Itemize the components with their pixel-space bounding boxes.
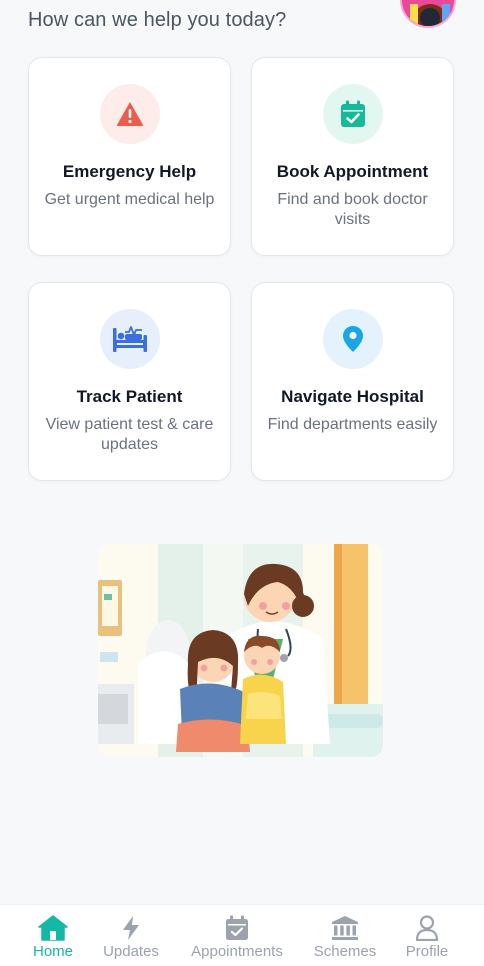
emergency-help-card[interactable]: Emergency Help Get urgent medical help	[28, 57, 231, 256]
card-description: View patient test & care updates	[45, 416, 214, 453]
card-description: Get urgent medical help	[44, 191, 215, 208]
bank-icon	[332, 916, 358, 940]
nav-item-home[interactable]: Home	[28, 905, 78, 966]
card-description: Find and book doctor visits	[277, 191, 428, 228]
navigate-icon-circle	[323, 309, 383, 369]
track-patient-card[interactable]: Track Patient View patient test & care u…	[28, 282, 231, 481]
location-pin-icon	[343, 326, 363, 352]
nav-label: Home	[32, 943, 73, 960]
page-greeting: How can we help you today?	[28, 9, 287, 31]
avatar[interactable]	[400, 0, 456, 28]
card-title: Track Patient	[76, 387, 183, 406]
card-description: Find departments easily	[267, 416, 438, 433]
bottom-navigation: Home Updates Appointments Schemes Profil…	[0, 904, 484, 966]
home-icon	[38, 915, 68, 941]
warning-icon	[116, 102, 144, 126]
illustration-image	[98, 544, 383, 757]
nav-label: Appointments	[191, 943, 283, 960]
navigate-hospital-card[interactable]: Navigate Hospital Find departments easil…	[251, 282, 454, 481]
nav-label: Profile	[405, 943, 449, 960]
emergency-icon-circle	[100, 84, 160, 144]
card-title: Navigate Hospital	[281, 387, 424, 406]
nav-item-updates[interactable]: Updates	[96, 905, 166, 966]
doctor-children-illustration	[98, 544, 383, 757]
hospital-bed-icon	[113, 326, 147, 352]
nav-label: Updates	[103, 943, 159, 960]
nav-item-profile[interactable]: Profile	[398, 905, 456, 966]
track-icon-circle	[100, 309, 160, 369]
calendar-icon	[226, 915, 248, 940]
nav-item-appointments[interactable]: Appointments	[183, 905, 291, 966]
calendar-check-icon	[341, 100, 365, 127]
appointment-icon-circle	[323, 84, 383, 144]
book-appointment-card[interactable]: Book Appointment Find and book doctor vi…	[251, 57, 454, 256]
card-title: Emergency Help	[62, 162, 197, 181]
avatar-image	[402, 0, 454, 26]
user-icon	[415, 915, 439, 941]
nav-label: Schemes	[313, 943, 377, 960]
lightning-icon	[123, 916, 139, 940]
card-title: Book Appointment	[276, 162, 429, 181]
nav-item-schemes[interactable]: Schemes	[308, 905, 382, 966]
